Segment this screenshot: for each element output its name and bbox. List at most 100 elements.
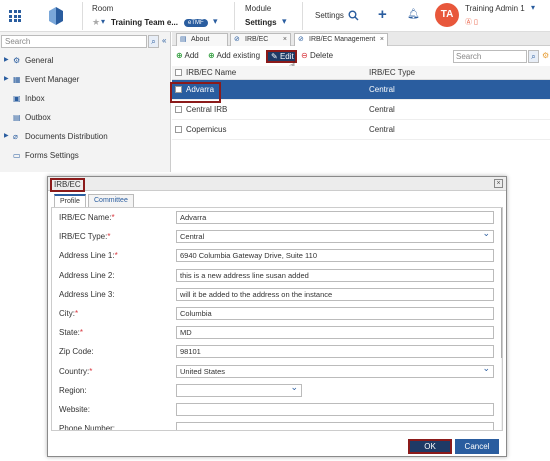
module-dropdown-icon[interactable]: ▾ xyxy=(282,16,287,27)
row-type: Central xyxy=(369,85,395,94)
phone-number-field[interactable] xyxy=(176,422,494,430)
field-label: Country:* xyxy=(59,367,92,376)
wrench-icon: ⚙ xyxy=(13,56,21,65)
module-value[interactable]: Settings xyxy=(245,18,277,27)
add-icon[interactable]: + xyxy=(378,6,387,23)
row-type: Central xyxy=(369,125,395,134)
irb-ec-type-select[interactable]: Central xyxy=(176,228,494,244)
field-label-text: Region: xyxy=(59,385,87,395)
room-dropdown-icon[interactable]: ▾ xyxy=(213,16,218,27)
required-marker: * xyxy=(89,366,93,376)
chevron-down-icon[interactable]: ▾ xyxy=(101,17,105,26)
field-label-text: Zip Code: xyxy=(59,347,94,357)
field-label-text: Phone Number: xyxy=(59,424,116,431)
tab-committee[interactable]: Committee xyxy=(88,194,134,207)
row-checkbox[interactable] xyxy=(175,126,182,133)
table-row[interactable]: Central IRB Central xyxy=(172,100,550,120)
irb-ec-dialog: IRB/EC × Profile Committee IRB/EC Name:*… xyxy=(47,176,507,457)
grid-search-icon[interactable]: ⌕ xyxy=(528,50,539,63)
field-label-text: IRB/EC Name: xyxy=(59,213,112,222)
table-row[interactable]: Advarra Central xyxy=(172,80,550,100)
row-checkbox[interactable] xyxy=(175,106,182,113)
sidebar-search-icon[interactable]: ⌕ xyxy=(148,35,159,48)
profile-form: IRB/EC Name:* Advarra IRB/EC Type:* Central… xyxy=(51,207,503,431)
sidebar-item-label: General xyxy=(25,56,54,65)
scrollbar-thumb[interactable] xyxy=(501,208,502,358)
header-divider xyxy=(302,2,303,30)
column-header-type[interactable]: IRB/EC Type xyxy=(369,68,415,77)
website-field[interactable] xyxy=(176,403,494,416)
add-existing-button[interactable]: ⊕ Add existing xyxy=(208,50,260,62)
region-select[interactable] xyxy=(176,382,302,397)
row-name: Copernicus xyxy=(186,125,227,134)
grid-search-input[interactable]: Search xyxy=(453,50,527,63)
close-icon[interactable]: × xyxy=(380,34,384,46)
field-label-text: Website: xyxy=(59,405,90,414)
search-icon[interactable] xyxy=(348,10,359,21)
tab-irb-ec-management[interactable]: ⊘ IRB/EC Management × xyxy=(294,33,388,46)
zip-code-field[interactable]: 98101 xyxy=(176,345,494,359)
field-label: IRB/EC Type:* xyxy=(59,232,110,241)
ok-button[interactable]: OK xyxy=(408,439,452,454)
field-label: Address Line 3: xyxy=(59,290,115,299)
required-marker: * xyxy=(111,213,115,222)
sidebar-item-documents-distribution[interactable]: ▶ ⌀ Documents Distribution xyxy=(0,127,171,146)
select-all-checkbox[interactable] xyxy=(175,69,182,76)
cancel-button[interactable]: Cancel xyxy=(455,439,499,454)
settings-label[interactable]: Settings xyxy=(315,11,344,20)
user-dropdown-icon[interactable]: ▾ xyxy=(531,3,535,12)
sidebar-item-label: Event Manager xyxy=(25,75,80,84)
collapse-sidebar-icon[interactable]: « xyxy=(162,36,166,45)
column-header-name[interactable]: IRB/EC Name xyxy=(186,68,236,77)
selection-highlight xyxy=(170,82,221,103)
star-icon[interactable]: ★ xyxy=(92,17,100,28)
apps-grid-icon[interactable] xyxy=(9,10,21,22)
close-icon[interactable]: × xyxy=(494,179,503,188)
expand-arrow-icon[interactable]: ▶ xyxy=(4,51,9,70)
sidebar-search-input[interactable]: Search xyxy=(1,35,147,48)
address-line-2-field[interactable]: this is a new address line susan added xyxy=(176,268,494,282)
settings-gear-icon[interactable]: ⚙ xyxy=(542,51,549,60)
required-marker: * xyxy=(75,309,79,318)
form-scrollbar[interactable] xyxy=(501,208,502,430)
delete-icon: ⊖ xyxy=(301,51,308,60)
delete-button[interactable]: ⊖ Delete xyxy=(301,50,333,62)
tab-about[interactable]: ▤ About xyxy=(176,33,228,46)
room-value[interactable]: Training Team e... xyxy=(111,18,178,27)
dialog-title-bar[interactable]: IRB/EC × xyxy=(48,177,506,192)
expand-arrow-icon[interactable]: ▶ xyxy=(4,127,9,146)
expand-arrow-icon[interactable]: ▶ xyxy=(4,70,9,89)
city-field[interactable]: Columbia xyxy=(176,307,494,320)
sidebar-item-inbox[interactable]: ▣ Inbox xyxy=(0,89,171,108)
field-label: Address Line 1:* xyxy=(59,251,118,260)
field-label: City:* xyxy=(59,309,78,318)
user-role-icon: Ⓐ ▯ xyxy=(465,19,478,26)
sidebar-item-general[interactable]: ▶ ⚙ General xyxy=(0,51,171,70)
sidebar-item-forms-settings[interactable]: ▭ Forms Settings xyxy=(0,146,171,165)
close-icon[interactable]: × xyxy=(283,34,287,46)
tab-irb-ec[interactable]: ⊘ IRB/EC × xyxy=(230,33,291,46)
bell-icon[interactable]: 🔔︎ xyxy=(407,9,420,20)
add-label: Add xyxy=(184,51,199,60)
irb-ec-name-field[interactable]: Advarra xyxy=(176,211,494,224)
avatar[interactable]: TA xyxy=(435,3,459,27)
add-icon: ⊕ xyxy=(176,51,183,60)
add-button[interactable]: ⊕ Add xyxy=(176,50,199,62)
user-name[interactable]: Training Admin 1 xyxy=(465,4,525,13)
field-label: Zip Code: xyxy=(59,347,94,356)
table-row[interactable]: Copernicus Central xyxy=(172,120,550,140)
sidebar-item-outbox[interactable]: ▤ Outbox xyxy=(0,108,171,127)
sidebar-item-label: Outbox xyxy=(25,113,51,122)
header-divider xyxy=(82,2,83,30)
address-line-1-field[interactable]: 6940 Columbia Gateway Drive, Suite 110 xyxy=(176,249,494,263)
state-field[interactable]: MD xyxy=(176,326,494,340)
address-line-3-field[interactable]: will it be added to the address on the i… xyxy=(176,287,494,301)
required-marker: * xyxy=(107,232,111,242)
country-select[interactable]: United States xyxy=(176,363,494,378)
sidebar-item-label: Inbox xyxy=(25,94,45,103)
sidebar-item-event-manager[interactable]: ▶ ▦ Event Manager xyxy=(0,70,171,89)
tab-profile[interactable]: Profile xyxy=(54,194,86,207)
form-icon: ▭ xyxy=(13,151,21,160)
check-circle-icon: ⊘ xyxy=(298,36,304,43)
room-badge: eTMF xyxy=(184,19,208,27)
